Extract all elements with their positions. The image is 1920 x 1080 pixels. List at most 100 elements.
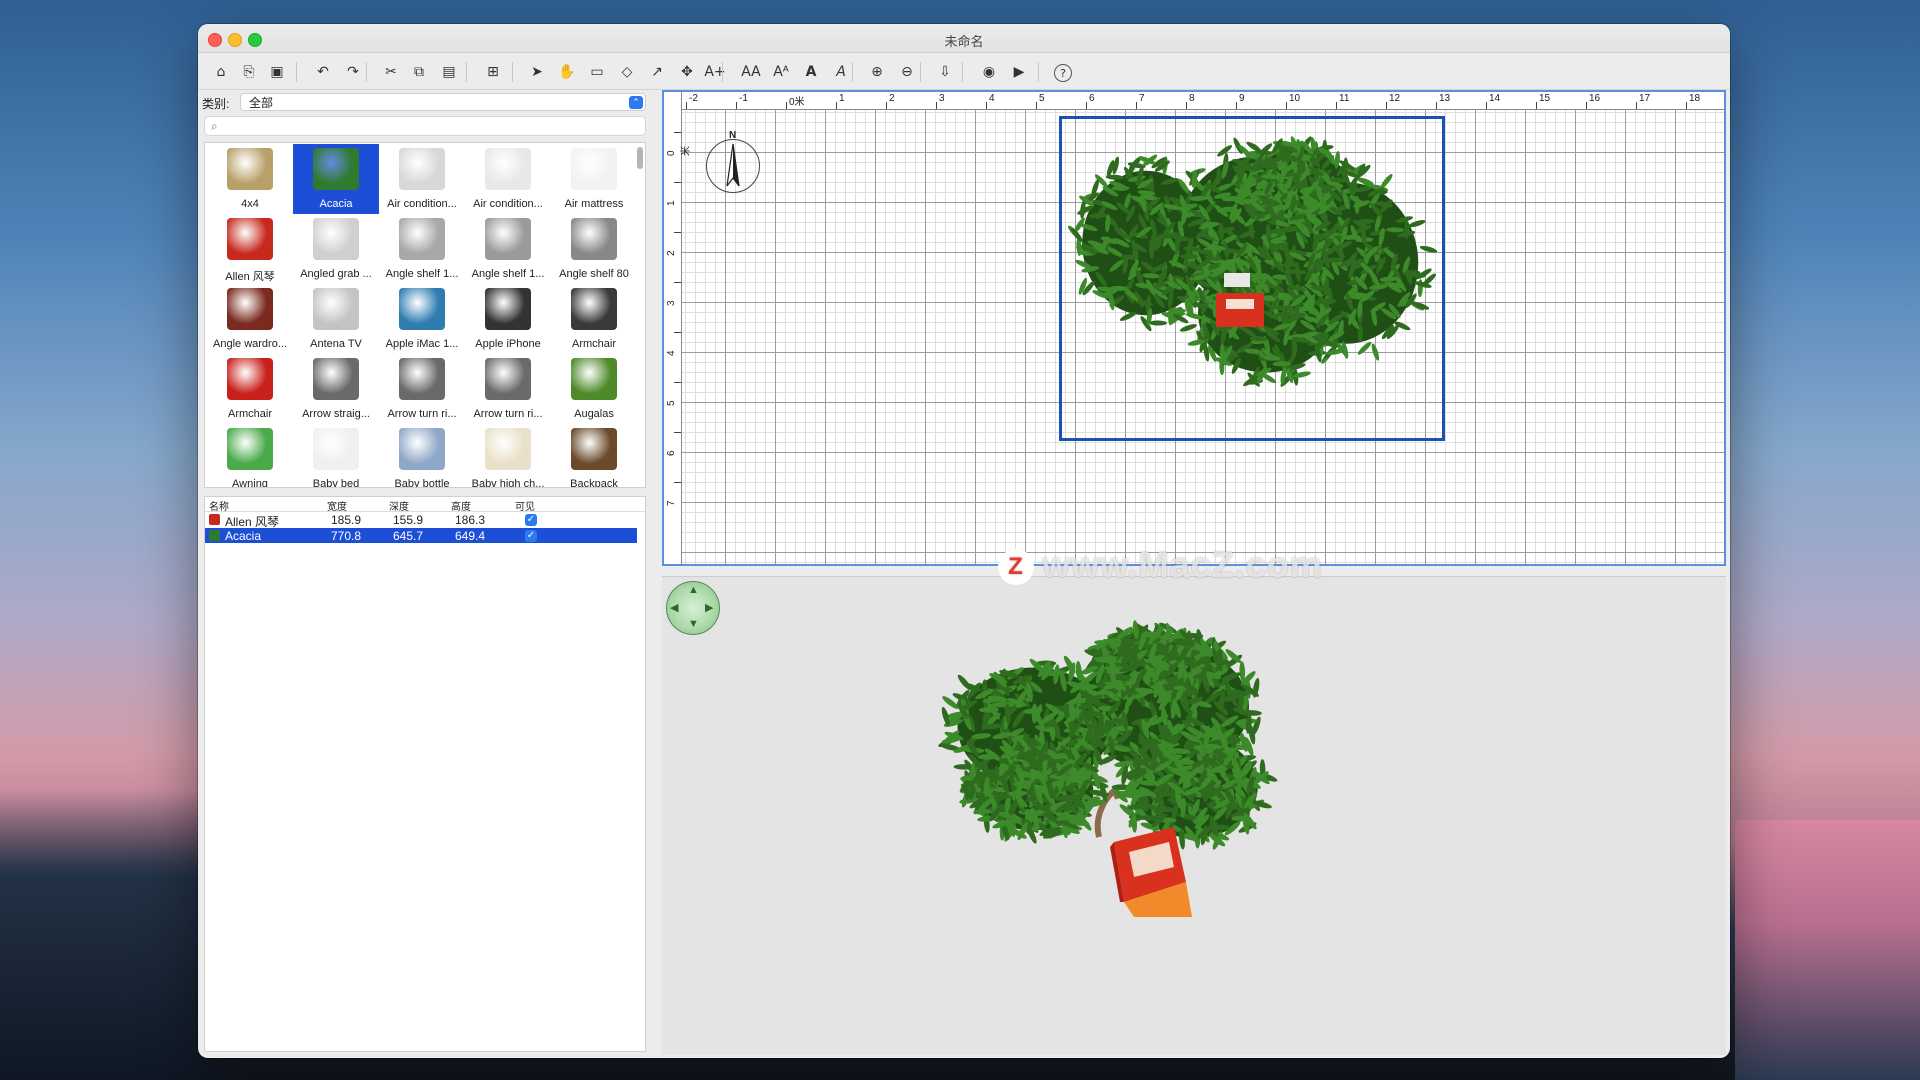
catalog-item[interactable]: Angle wardro...	[207, 284, 293, 354]
text-size-icon[interactable]: AA	[740, 61, 762, 83]
catalog-search-input[interactable]: ⌕	[204, 116, 646, 136]
save-icon[interactable]: ▣	[266, 61, 288, 83]
catalog-item[interactable]: Armchair	[207, 354, 293, 424]
open-icon[interactable]: ⎘	[238, 61, 260, 83]
3d-navigation-control[interactable]: ▲ ▼ ◀ ▶	[666, 581, 720, 635]
ruler-tick	[674, 482, 681, 483]
header-width[interactable]: 宽度	[327, 498, 347, 513]
create-polylines-icon[interactable]: ↗	[646, 61, 668, 83]
nav-down-icon[interactable]: ▼	[688, 618, 699, 630]
catalog-item[interactable]: Augalas	[551, 354, 637, 424]
furniture-thumbnail-icon	[227, 148, 273, 190]
acacia-3d-model[interactable]	[924, 617, 1324, 917]
catalog-item[interactable]: Apple iMac 1...	[379, 284, 465, 354]
ruler-label: 0米	[666, 146, 692, 156]
catalog-item[interactable]: Angled grab ...	[293, 214, 379, 284]
cell-width: 770.8	[330, 529, 361, 543]
catalog-item[interactable]: Air condition...	[465, 144, 551, 214]
catalog-item[interactable]: Baby high ch...	[465, 424, 551, 488]
catalog-scrollbar[interactable]	[637, 147, 643, 169]
new-home-icon[interactable]: ⌂	[210, 61, 232, 83]
nav-right-icon[interactable]: ▶	[705, 601, 713, 614]
header-height[interactable]: 高度	[451, 498, 471, 513]
catalog-item-label: Angle shelf 1...	[385, 268, 459, 280]
ruler-label: 15	[1539, 93, 1551, 104]
catalog-item[interactable]: Angle shelf 1...	[465, 214, 551, 284]
3d-view[interactable]: ▲ ▼ ◀ ▶	[662, 576, 1726, 1055]
catalog-item[interactable]: Air condition...	[379, 144, 465, 214]
catalog-item[interactable]: Arrow turn ri...	[379, 354, 465, 424]
zoom-in-icon[interactable]: ⊕	[866, 61, 888, 83]
nav-up-icon[interactable]: ▲	[688, 584, 699, 596]
pan-mode-icon[interactable]: ✋	[556, 61, 578, 83]
header-name[interactable]: 名称	[209, 498, 229, 513]
catalog-item[interactable]: Baby bed	[293, 424, 379, 487]
furniture-thumbnail-icon	[399, 428, 445, 470]
catalog-item-label: Awning	[232, 478, 268, 488]
visible-checkbox[interactable]: ✓	[525, 530, 537, 542]
catalog-item[interactable]: Angle shelf 1...	[379, 214, 465, 284]
help-icon[interactable]: ?	[1054, 64, 1072, 82]
catalog-item[interactable]: Arrow straig...	[293, 354, 379, 424]
ruler-label: 18	[1689, 93, 1701, 104]
redo-icon[interactable]: ↷	[342, 61, 364, 83]
ruler-tick	[674, 332, 681, 333]
select-mode-icon[interactable]: ➤	[526, 61, 548, 83]
ruler-label: 14	[1489, 93, 1501, 104]
visible-checkbox[interactable]: ✓	[525, 514, 537, 526]
furniture-thumbnail-icon	[313, 148, 359, 190]
furniture-thumbnail-icon	[313, 358, 359, 400]
ruler-tick	[686, 102, 687, 109]
ruler-tick	[674, 432, 681, 433]
furniture-row[interactable]: Acacia 770.8 645.7 649.4 ✓	[205, 528, 637, 543]
ruler-tick	[1636, 102, 1637, 109]
category-label: 类别:	[202, 97, 230, 111]
add-furniture-icon[interactable]: ⊞	[482, 61, 504, 83]
video-icon[interactable]: ▶	[1008, 61, 1030, 83]
cell-width: 185.9	[330, 513, 361, 527]
cell-height: 649.4	[454, 529, 485, 543]
paste-icon[interactable]: ▤	[438, 61, 460, 83]
compass-rose[interactable]: N	[706, 130, 760, 193]
plan-view[interactable]: -2 -1 0米 1 2 3 4 5 6 7 8 9 10 11 12 13 14 15 16 17 18 0米 1 2 3 4…	[662, 90, 1726, 566]
create-walls-icon[interactable]: ▭	[586, 61, 608, 83]
catalog-item[interactable]: Arrow turn ri...	[465, 354, 551, 424]
catalog-item[interactable]: Air mattress	[551, 144, 637, 214]
italic-icon[interactable]: A	[830, 61, 852, 83]
create-rooms-icon[interactable]: ◇	[616, 61, 638, 83]
bold-icon[interactable]: A	[800, 61, 822, 83]
catalog-item-label: Baby high ch...	[471, 478, 545, 488]
create-dimensions-icon[interactable]: ✥	[676, 61, 698, 83]
nav-left-icon[interactable]: ◀	[670, 601, 678, 614]
ruler-label: 5	[1039, 93, 1045, 104]
catalog-item[interactable]: Armchair	[551, 284, 637, 354]
text-size-larger-icon[interactable]: Aᴬ	[770, 61, 792, 83]
catalog-item[interactable]: 4x4	[207, 144, 293, 214]
catalog-item[interactable]: Antena TV	[293, 284, 379, 354]
furniture-row[interactable]: Allen 风琴 185.9 155.9 186.3 ✓	[205, 512, 637, 529]
catalog-item-label: Armchair	[227, 408, 272, 420]
category-select[interactable]: 全部 ⌃	[240, 93, 646, 111]
catalog-item[interactable]: Allen 风琴	[207, 214, 293, 284]
catalog-item-label: Air condition...	[473, 198, 543, 210]
import-icon[interactable]: ⇩	[934, 61, 956, 83]
cut-icon[interactable]: ✂	[380, 61, 402, 83]
zoom-out-icon[interactable]: ⊖	[896, 61, 918, 83]
header-visible[interactable]: 可见	[515, 498, 535, 513]
furniture-thumbnail-icon	[571, 148, 617, 190]
catalog-item[interactable]: Awning	[207, 424, 293, 488]
furniture-catalog: 4x4 Acacia Air condition... Air condition..…	[204, 142, 646, 488]
catalog-item[interactable]: Baby bottle	[379, 424, 465, 487]
catalog-splitter[interactable]	[204, 488, 644, 496]
catalog-item[interactable]: Backpack	[551, 424, 637, 487]
undo-icon[interactable]: ↶	[312, 61, 334, 83]
horizontal-ruler: -2 -1 0米 1 2 3 4 5 6 7 8 9 10 11 12 13 14 15 16 17 18	[664, 92, 1724, 110]
catalog-item[interactable]: Apple iPhone	[465, 284, 551, 354]
copy-icon[interactable]: ⧉	[408, 61, 430, 83]
photo-icon[interactable]: ◉	[978, 61, 1000, 83]
toolbar-separator	[852, 62, 853, 82]
catalog-item[interactable]: Acacia	[293, 144, 379, 214]
catalog-item[interactable]: Angle shelf 80	[551, 214, 637, 284]
header-depth[interactable]: 深度	[389, 498, 409, 513]
toolbar-separator	[722, 62, 723, 82]
